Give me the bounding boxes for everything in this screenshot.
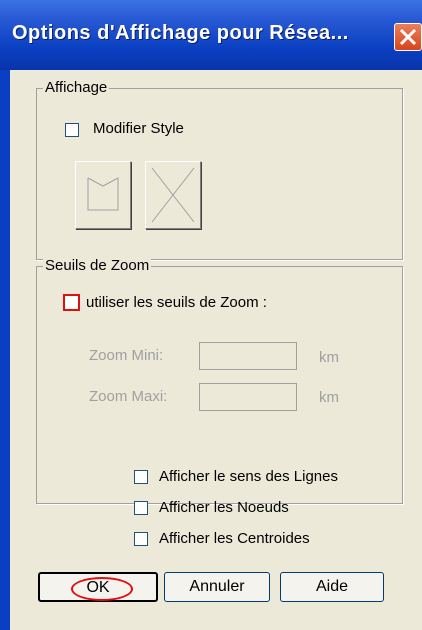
show-centroids-checkbox[interactable] (134, 532, 148, 546)
modifier-style-label[interactable]: Modifier Style (93, 120, 184, 137)
dialog-body: Affichage Modifier Style Seuils de Zoom … (10, 70, 422, 630)
window-title: Options d'Affichage pour Résea... (12, 22, 349, 44)
window-border (0, 70, 10, 630)
use-zoom-thresholds-label[interactable]: utiliser les seuils de Zoom : (86, 294, 267, 311)
zoom-max-field[interactable] (199, 383, 297, 411)
zoom-max-label: Zoom Maxi: (89, 388, 168, 405)
zoom-group-label: Seuils de Zoom (43, 257, 152, 274)
cancel-button-label: Annuler (189, 578, 245, 595)
close-button[interactable] (394, 23, 422, 51)
help-button[interactable]: Aide (280, 572, 384, 602)
close-icon (399, 28, 417, 46)
show-line-direction-checkbox[interactable] (134, 470, 148, 484)
symbol-style-button[interactable] (145, 161, 201, 229)
cancel-button[interactable]: Annuler (164, 572, 270, 602)
affichage-group: Affichage Modifier Style (36, 79, 403, 260)
ok-highlight-ellipse (71, 577, 133, 601)
ok-button[interactable]: OK (38, 572, 158, 602)
zoom-min-unit: km (319, 349, 339, 366)
show-nodes-checkbox[interactable] (134, 501, 148, 515)
show-line-direction-label[interactable]: Afficher le sens des Lignes (159, 468, 338, 485)
affichage-group-label: Affichage (43, 79, 110, 96)
show-centroids-label[interactable]: Afficher les Centroides (159, 530, 310, 547)
help-button-label: Aide (315, 578, 349, 595)
cross-icon (151, 167, 195, 223)
zoom-max-unit: km (319, 389, 339, 406)
title-bar[interactable]: Options d'Affichage pour Résea... (0, 0, 422, 70)
zoom-min-field[interactable] (199, 342, 297, 370)
line-style-button[interactable] (75, 161, 131, 229)
line-style-icon (87, 177, 119, 211)
modifier-style-checkbox[interactable] (65, 123, 79, 137)
use-zoom-thresholds-checkbox[interactable] (63, 294, 80, 311)
show-nodes-label[interactable]: Afficher les Noeuds (159, 499, 289, 516)
zoom-min-label: Zoom Mini: (89, 347, 164, 364)
